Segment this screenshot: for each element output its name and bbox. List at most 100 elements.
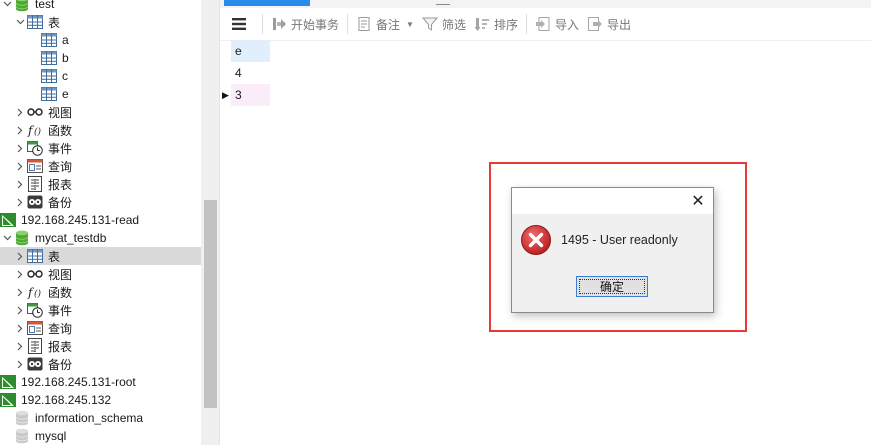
tree-item-label: a — [62, 33, 69, 47]
dialog-titlebar[interactable]: ✕ — [512, 188, 713, 214]
tree-item[interactable]: 视图 — [0, 265, 201, 283]
filter-button[interactable]: 筛选 — [418, 12, 470, 36]
chevron-right-icon[interactable] — [13, 103, 27, 121]
chevron-right-icon[interactable] — [13, 193, 27, 211]
tree-item-label: 报表 — [48, 339, 73, 354]
tree-item[interactable]: 报表 — [0, 175, 201, 193]
tree-item[interactable]: mysql — [0, 427, 201, 445]
tree-item-label: 视图 — [48, 267, 73, 282]
hamburger-menu-icon — [231, 16, 247, 32]
tree-item[interactable]: information_schema — [0, 409, 201, 427]
chevron-right-icon[interactable] — [13, 319, 27, 337]
tree-item-label: 报表 — [48, 177, 73, 192]
connection-icon — [0, 374, 16, 390]
column-header-e[interactable]: e — [231, 40, 270, 62]
data-toolbar: 开始事务 备注 ▼ 筛选 排序 导入 导出 — [220, 8, 871, 41]
dialog-message: 1495 - User readonly — [561, 233, 678, 247]
tree-item-label: 表 — [48, 249, 61, 264]
chevron-right-icon[interactable] — [13, 355, 27, 373]
dropdown-arrow-icon[interactable]: ▼ — [406, 20, 414, 29]
close-icon[interactable]: ✕ — [689, 192, 707, 210]
chevron-right-icon[interactable] — [13, 175, 27, 193]
import-button[interactable]: 导入 — [531, 12, 583, 36]
chevron-down-icon[interactable] — [0, 0, 14, 13]
begin-transaction-label: 开始事务 — [291, 17, 340, 32]
tree-item[interactable]: 事件 — [0, 301, 201, 319]
table-cell[interactable]: 3 — [231, 84, 270, 106]
table-row[interactable]: 4 — [220, 62, 270, 84]
tree-item[interactable]: f() 函数 — [0, 283, 201, 301]
tree-item-label: mycat_testdb — [35, 231, 107, 245]
tree-item-label: 查询 — [48, 321, 73, 336]
memo-button[interactable]: 备注 ▼ — [352, 12, 418, 36]
chevron-right-icon[interactable] — [13, 337, 27, 355]
import-label: 导入 — [554, 17, 579, 32]
table-row[interactable]: ▶ 3 — [220, 84, 270, 106]
table-icon — [41, 86, 57, 102]
begin-transaction-button[interactable]: 开始事务 — [267, 12, 343, 36]
query-icon — [27, 158, 43, 174]
chevron-right-icon[interactable] — [13, 121, 27, 139]
tree-item[interactable]: 查询 — [0, 319, 201, 337]
tree-item[interactable]: test — [0, 0, 201, 13]
chevron-right-icon[interactable] — [13, 139, 27, 157]
tree-item[interactable]: 192.168.245.131-read — [0, 211, 201, 229]
export-button[interactable]: 导出 — [583, 12, 635, 36]
nav-scrollbar[interactable] — [201, 0, 219, 445]
tree-item[interactable]: 视图 — [0, 103, 201, 121]
export-icon — [587, 16, 603, 32]
sort-icon — [474, 16, 490, 32]
tree-item[interactable]: f() 函数 — [0, 121, 201, 139]
table-icon — [41, 68, 57, 84]
tree-item-label: e — [62, 87, 69, 101]
row-indicator — [220, 62, 231, 84]
tree-item[interactable]: 表 — [0, 13, 201, 31]
nav-scrollbar-thumb[interactable] — [204, 200, 217, 408]
tree-item-label: 192.168.245.131-read — [21, 213, 140, 227]
chevron-down-icon[interactable] — [0, 229, 14, 247]
tree-item-label: 函数 — [48, 123, 73, 138]
tree-item-label: information_schema — [35, 411, 144, 425]
backup-icon — [27, 194, 43, 210]
tree-item-label: 视图 — [48, 105, 73, 120]
tree-item[interactable]: 查询 — [0, 157, 201, 175]
function-icon: f() — [27, 122, 43, 138]
tree-item[interactable]: 报表 — [0, 337, 201, 355]
ok-button[interactable]: 确定 — [576, 276, 648, 297]
query-icon — [27, 320, 43, 336]
tree-item-label: 192.168.245.132 — [21, 393, 112, 407]
function-icon: f() — [27, 284, 43, 300]
chevron-right-icon[interactable] — [13, 265, 27, 283]
tree-item[interactable]: 192.168.245.131-root — [0, 373, 201, 391]
tab-strip — [220, 0, 871, 8]
row-indicator — [220, 40, 231, 62]
tree-item-label: mysql — [35, 429, 67, 443]
chevron-right-icon[interactable] — [13, 247, 27, 265]
tree-item[interactable]: 备份 — [0, 355, 201, 373]
database-gray-icon — [14, 428, 30, 444]
menu-button[interactable] — [220, 12, 258, 36]
tree-item[interactable]: 表 — [0, 247, 201, 265]
tree-item[interactable]: mycat_testdb — [0, 229, 201, 247]
svg-text:(): () — [34, 127, 42, 138]
sort-button[interactable]: 排序 — [470, 12, 522, 36]
chevron-down-icon[interactable] — [13, 13, 27, 31]
chevron-right-icon[interactable] — [13, 157, 27, 175]
view-icon — [27, 104, 43, 120]
active-tab[interactable] — [224, 0, 310, 6]
tree-item[interactable]: e — [0, 85, 201, 103]
chevron-right-icon[interactable] — [13, 283, 27, 301]
tree-item[interactable]: b — [0, 49, 201, 67]
tree-item[interactable]: 备份 — [0, 193, 201, 211]
tree-item[interactable]: a — [0, 31, 201, 49]
tree-item[interactable]: c — [0, 67, 201, 85]
ok-button-label: 确定 — [599, 280, 624, 294]
filter-label: 筛选 — [441, 17, 466, 32]
chevron-right-icon[interactable] — [13, 301, 27, 319]
tree-item[interactable]: 192.168.245.132 — [0, 391, 201, 409]
tree-item[interactable]: 事件 — [0, 139, 201, 157]
table-cell[interactable]: 4 — [231, 62, 270, 84]
grid-header-row: e — [220, 40, 270, 62]
